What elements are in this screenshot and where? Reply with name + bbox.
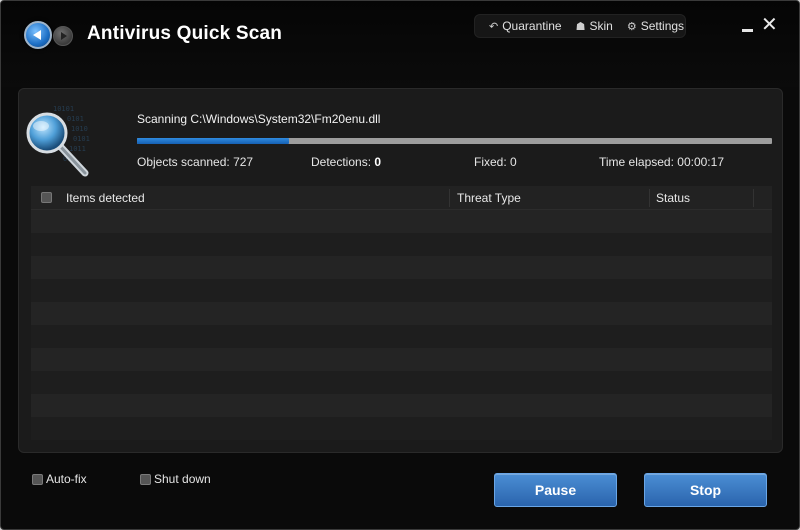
pause-button[interactable]: Pause [494, 473, 617, 507]
skin-label: Skin [589, 19, 613, 33]
column-items-detected[interactable]: Items detected [66, 191, 145, 205]
detections-label: Detections: [311, 155, 372, 169]
window-title: Antivirus Quick Scan [87, 23, 283, 44]
undo-arrow-icon: ↶ [489, 20, 499, 33]
back-button[interactable] [24, 21, 52, 49]
close-icon: ✕ [761, 14, 778, 36]
detections-stat: Detections: 0 [311, 155, 381, 169]
autofix-checkbox[interactable] [32, 473, 43, 485]
svg-text:0101: 0101 [67, 115, 84, 123]
close-button[interactable]: ✕ [761, 15, 778, 35]
current-file-text: Scanning C:\Windows\System32\Fm20enu.dll [137, 112, 381, 126]
quarantine-button[interactable]: ↶ Quarantine [489, 19, 562, 33]
shutdown-label: Shut down [154, 472, 211, 486]
svg-text:1011: 1011 [69, 145, 86, 153]
table-row [31, 210, 772, 233]
forward-arrow-icon [61, 32, 67, 40]
scan-progress-bar [137, 138, 772, 144]
column-divider [649, 189, 650, 207]
forward-button[interactable] [53, 26, 73, 46]
detected-items-table: Items detected Threat Type Status [31, 186, 772, 440]
time-elapsed-label: Time elapsed: [599, 155, 674, 169]
app-window: Antivirus Quick Scan ↶ Quarantine ☗ Skin… [0, 0, 800, 530]
table-row [31, 417, 772, 440]
magnifier-icon: 10101 0101 1010 0101 1011 010 [26, 105, 90, 177]
column-divider [449, 189, 450, 207]
shutdown-checkbox[interactable] [140, 473, 151, 485]
svg-text:10101: 10101 [53, 105, 74, 113]
column-divider [753, 189, 754, 207]
table-row [31, 371, 772, 394]
column-status[interactable]: Status [656, 191, 690, 205]
fixed-value: 0 [510, 155, 517, 169]
shutdown-option[interactable]: Shut down [140, 472, 211, 486]
table-body [31, 210, 772, 440]
minimize-button[interactable] [741, 18, 755, 34]
time-elapsed-stat: Time elapsed: 00:00:17 [599, 155, 724, 169]
fixed-stat: Fixed: 0 [474, 155, 517, 169]
table-row [31, 394, 772, 417]
table-row [31, 325, 772, 348]
column-threat-type[interactable]: Threat Type [457, 191, 521, 205]
table-row [31, 256, 772, 279]
top-toolbar: ↶ Quarantine ☗ Skin ⚙ Settings [474, 14, 686, 38]
quarantine-label: Quarantine [502, 19, 562, 33]
gear-icon: ⚙ [626, 20, 637, 33]
fixed-label: Fixed: [474, 155, 507, 169]
table-header: Items detected Threat Type Status [31, 186, 772, 210]
settings-button[interactable]: ⚙ Settings [627, 19, 684, 33]
svg-text:0101: 0101 [73, 135, 90, 143]
objects-scanned-value: 727 [233, 155, 254, 169]
objects-scanned-label: Objects scanned: [137, 155, 230, 169]
table-row [31, 233, 772, 256]
title-bar: Antivirus Quick Scan ↶ Quarantine ☗ Skin… [1, 1, 799, 87]
back-arrow-icon [33, 30, 41, 40]
table-row [31, 279, 772, 302]
scan-progress-fill [137, 138, 290, 144]
objects-scanned-stat: Objects scanned: 727 [137, 155, 253, 169]
settings-label: Settings [640, 19, 685, 33]
autofix-option[interactable]: Auto-fix [32, 472, 87, 486]
select-all-checkbox[interactable] [41, 192, 52, 203]
stop-button[interactable]: Stop [644, 473, 767, 507]
autofix-label: Auto-fix [46, 472, 87, 486]
skin-button[interactable]: ☗ Skin [576, 19, 613, 33]
shirt-icon: ☗ [575, 20, 586, 33]
table-row [31, 302, 772, 325]
table-row [31, 348, 772, 371]
scan-panel: 10101 0101 1010 0101 1011 010 Scanning C… [18, 88, 783, 453]
detections-value: 0 [374, 155, 382, 169]
svg-text:1010: 1010 [71, 125, 88, 133]
time-elapsed-value: 00:00:17 [677, 155, 724, 169]
